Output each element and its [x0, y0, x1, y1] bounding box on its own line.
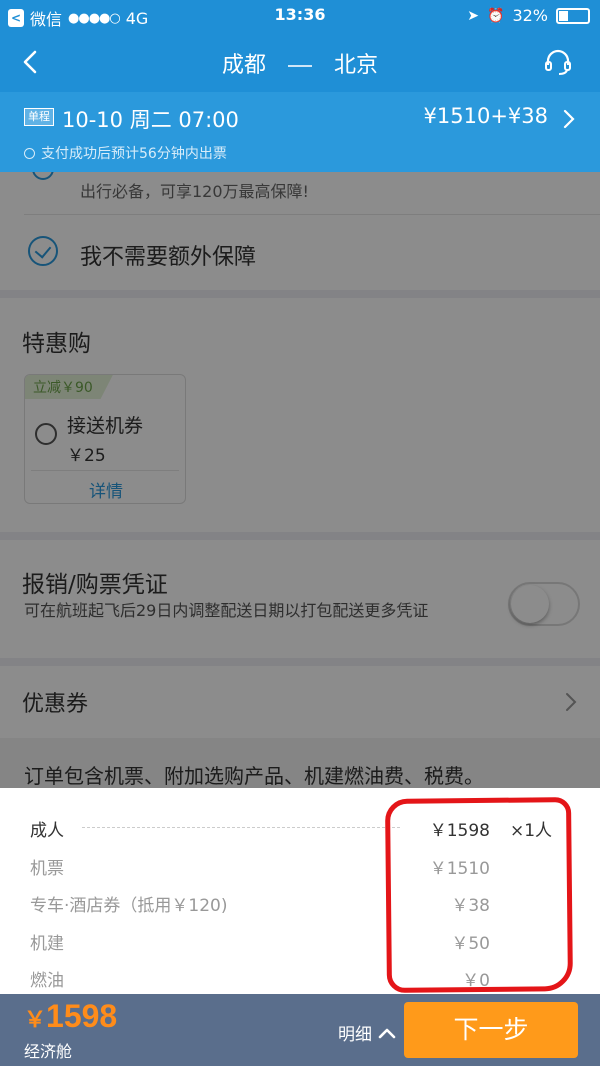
price-breakdown-panel: 成人 ￥1598 ×1人 机票 ￥1510 专车·酒店券（抵用￥120) ￥38…: [0, 788, 600, 994]
ticketing-note-text: 支付成功后预计56分钟内出票: [41, 146, 227, 162]
total-price: ￥1598: [24, 998, 117, 1035]
cabin-class: 经济舱: [24, 1042, 73, 1061]
total-amount: 1598: [46, 998, 118, 1034]
breakdown-label: 燃油: [30, 971, 64, 991]
trip-datetime: 10-10 周二 07:00: [62, 108, 239, 132]
detail-label: 明细: [338, 1025, 372, 1045]
breakdown-label: 机票: [30, 859, 64, 879]
detail-toggle-button[interactable]: 明细: [338, 1020, 396, 1045]
bottom-bar: ￥1598 经济舱 明细 下一步: [0, 994, 600, 1066]
status-bar: < 微信 ●●●●○ 4G 13:36 ➤ ⏰ 32%: [0, 0, 600, 32]
currency-symbol: ￥: [24, 1008, 47, 1033]
clock-icon: [24, 147, 35, 159]
nav-bar: 成都 北京: [0, 32, 600, 92]
location-icon: ➤: [467, 7, 479, 24]
chevron-up-icon: [378, 1028, 396, 1038]
destination-city: 北京: [334, 53, 379, 78]
origin-city: 成都: [221, 53, 266, 78]
dotted-leader: [82, 827, 400, 828]
breakdown-label: 成人: [30, 821, 64, 841]
headset-support-icon[interactable]: [542, 46, 574, 78]
breakdown-label: 机建: [30, 934, 64, 954]
battery-percent: 32%: [512, 6, 548, 25]
trip-summary[interactable]: 单程 10-10 周二 07:00 ¥1510+¥38 支付成功后预计56分钟内…: [0, 92, 600, 172]
trip-price: ¥1510+¥38: [423, 104, 548, 128]
route-arrow-icon: [288, 65, 312, 67]
ticketing-note: 支付成功后预计56分钟内出票: [24, 143, 227, 163]
next-step-button[interactable]: 下一步: [404, 1002, 578, 1058]
route-title: 成都 北京: [0, 47, 600, 79]
red-annotation-box: [384, 797, 574, 993]
battery-icon: [556, 7, 590, 24]
chevron-right-icon[interactable]: [562, 107, 576, 131]
trip-type-badge: 单程: [24, 108, 54, 126]
alarm-icon: ⏰: [487, 7, 505, 24]
breakdown-label: 专车·酒店券（抵用￥120): [30, 896, 228, 916]
